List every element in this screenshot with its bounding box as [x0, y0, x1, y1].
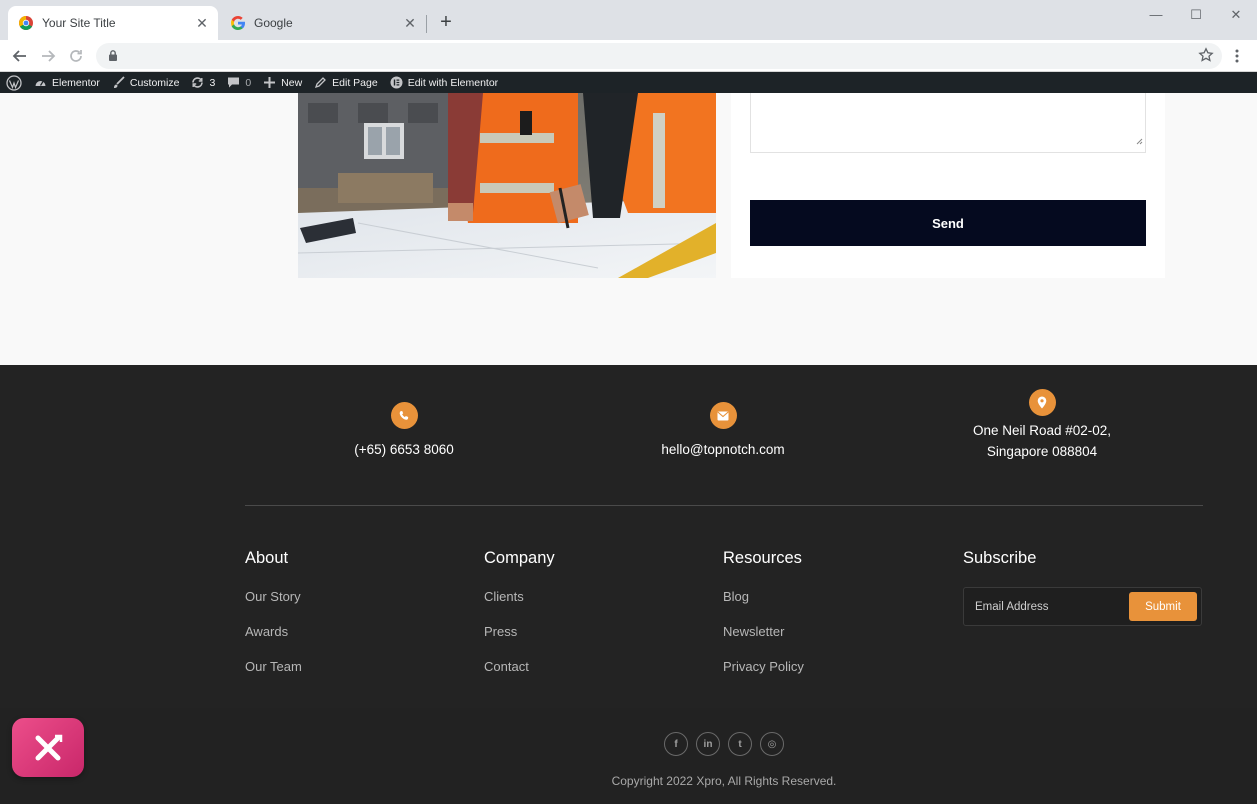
footer-column-resources: Resources Blog Newsletter Privacy Policy	[723, 549, 923, 694]
wordpress-logo-icon[interactable]	[6, 74, 22, 91]
facebook-icon[interactable]: f	[664, 732, 688, 756]
comments-count: 0	[245, 76, 252, 89]
plus-icon	[263, 76, 276, 89]
tab-separator	[426, 15, 427, 33]
footer-column-subscribe: Subscribe Submit	[963, 549, 1203, 626]
twitter-icon[interactable]: t	[728, 732, 752, 756]
address-line-2: Singapore 088804	[986, 444, 1098, 459]
comment-bubble-icon	[227, 76, 240, 89]
tab-title: Google	[254, 16, 293, 30]
admin-bar-customize[interactable]: Customize	[112, 76, 180, 89]
close-window-icon[interactable]: ✕	[1216, 4, 1256, 26]
footer-link-blog[interactable]: Blog	[723, 589, 923, 624]
footer-link-our-team[interactable]: Our Team	[245, 659, 445, 694]
column-heading: Resources	[723, 549, 802, 567]
subscribe-form: Submit	[963, 587, 1202, 626]
resize-handle-icon[interactable]	[1135, 132, 1143, 150]
footer-link-contact[interactable]: Contact	[484, 659, 684, 694]
submit-button[interactable]: Submit	[1129, 592, 1197, 621]
dashboard-gauge-icon	[34, 76, 47, 89]
footer-divider	[245, 505, 1203, 506]
admin-bar-label: Elementor	[52, 76, 100, 89]
construction-workers-photo	[298, 93, 716, 278]
admin-bar-edit-page[interactable]: Edit Page	[314, 76, 378, 89]
tab-title: Your Site Title	[42, 16, 116, 30]
column-heading: About	[245, 549, 289, 567]
minimize-icon[interactable]: —	[1136, 4, 1176, 26]
footer-link-press[interactable]: Press	[484, 624, 684, 659]
footer-link-clients[interactable]: Clients	[484, 589, 684, 624]
paintbrush-icon	[112, 76, 125, 89]
page-content: Send (+65) 6653 8060 hello@topnotch.com …	[0, 93, 1257, 804]
envelope-icon	[709, 402, 737, 429]
xpro-logo-icon	[35, 734, 63, 760]
social-links: f in t ◎	[664, 732, 784, 756]
tab-google[interactable]: Google ✕	[220, 6, 426, 40]
tab-your-site-title[interactable]: Your Site Title ✕	[8, 6, 218, 40]
chrome-icon	[18, 15, 34, 31]
admin-bar-label: Edit Page	[332, 76, 378, 89]
map-pin-icon	[1028, 389, 1056, 416]
bookmark-star-icon[interactable]	[1198, 47, 1214, 68]
linkedin-icon[interactable]: in	[696, 732, 720, 756]
wp-admin-bar: Elementor Customize 3 0 New Edit Page Ed…	[0, 72, 1257, 93]
admin-bar-updates[interactable]: 3	[191, 76, 215, 89]
admin-bar-edit-with-elementor[interactable]: Edit with Elementor	[390, 76, 498, 89]
browser-tab-bar: Your Site Title ✕ Google ✕ + — ☐ ✕	[0, 0, 1257, 40]
address-line-1: One Neil Road #02-02,	[972, 423, 1112, 438]
footer-link-awards[interactable]: Awards	[245, 624, 445, 659]
email-input[interactable]	[965, 589, 1125, 624]
admin-bar-label: New	[281, 76, 303, 89]
footer-column-company: Company Clients Press Contact	[484, 549, 684, 694]
footer-column-about: About Our Story Awards Our Team	[245, 549, 445, 694]
contact-email: hello@topnotch.com	[593, 402, 853, 460]
xpro-floating-button[interactable]	[12, 718, 84, 777]
reload-icon[interactable]	[64, 44, 88, 68]
email-address[interactable]: hello@topnotch.com	[593, 439, 853, 460]
contact-form-card: Send	[731, 93, 1165, 278]
phone-icon	[390, 402, 418, 429]
contact-phone: (+65) 6653 8060	[274, 402, 534, 460]
admin-bar-label: Edit with Elementor	[407, 76, 499, 89]
copyright-text: Copyright 2022 Xpro, All Rights Reserved…	[611, 774, 837, 788]
maximize-icon[interactable]: ☐	[1176, 4, 1216, 26]
admin-bar-new[interactable]: New	[263, 76, 302, 89]
column-heading: Company	[484, 549, 555, 567]
phone-number[interactable]: (+65) 6653 8060	[274, 439, 534, 460]
footer-link-newsletter[interactable]: Newsletter	[723, 624, 923, 659]
column-heading: Subscribe	[963, 549, 1037, 567]
footer-link-our-story[interactable]: Our Story	[245, 589, 445, 624]
footer-link-privacy-policy[interactable]: Privacy Policy	[723, 659, 923, 694]
admin-bar-elementor[interactable]: Elementor	[34, 76, 100, 89]
contact-address: One Neil Road #02-02, Singapore 088804	[912, 389, 1172, 462]
forward-arrow-icon[interactable]	[36, 44, 60, 68]
updates-refresh-icon	[191, 76, 204, 89]
footer-bottom-bar: f in t ◎ Copyright 2022 Xpro, All Rights…	[0, 708, 1257, 804]
updates-count: 3	[209, 76, 216, 89]
back-arrow-icon[interactable]	[8, 44, 32, 68]
instagram-icon[interactable]: ◎	[760, 732, 784, 756]
admin-bar-label: Customize	[129, 76, 180, 89]
close-tab-icon[interactable]: ✕	[194, 15, 210, 31]
send-button[interactable]: Send	[750, 200, 1146, 246]
browser-toolbar	[0, 40, 1257, 72]
browser-menu-icon[interactable]	[1229, 44, 1245, 68]
close-tab-icon[interactable]: ✕	[402, 15, 418, 31]
site-footer: (+65) 6653 8060 hello@topnotch.com One N…	[0, 365, 1257, 708]
admin-bar-comments[interactable]: 0	[227, 76, 251, 89]
new-tab-plus-icon[interactable]: +	[436, 12, 456, 32]
address-bar[interactable]	[96, 43, 1222, 69]
elementor-logo-icon	[390, 76, 403, 89]
message-textarea[interactable]	[750, 93, 1146, 153]
pencil-icon	[314, 76, 327, 89]
lock-icon	[108, 49, 118, 67]
google-icon	[230, 15, 246, 31]
